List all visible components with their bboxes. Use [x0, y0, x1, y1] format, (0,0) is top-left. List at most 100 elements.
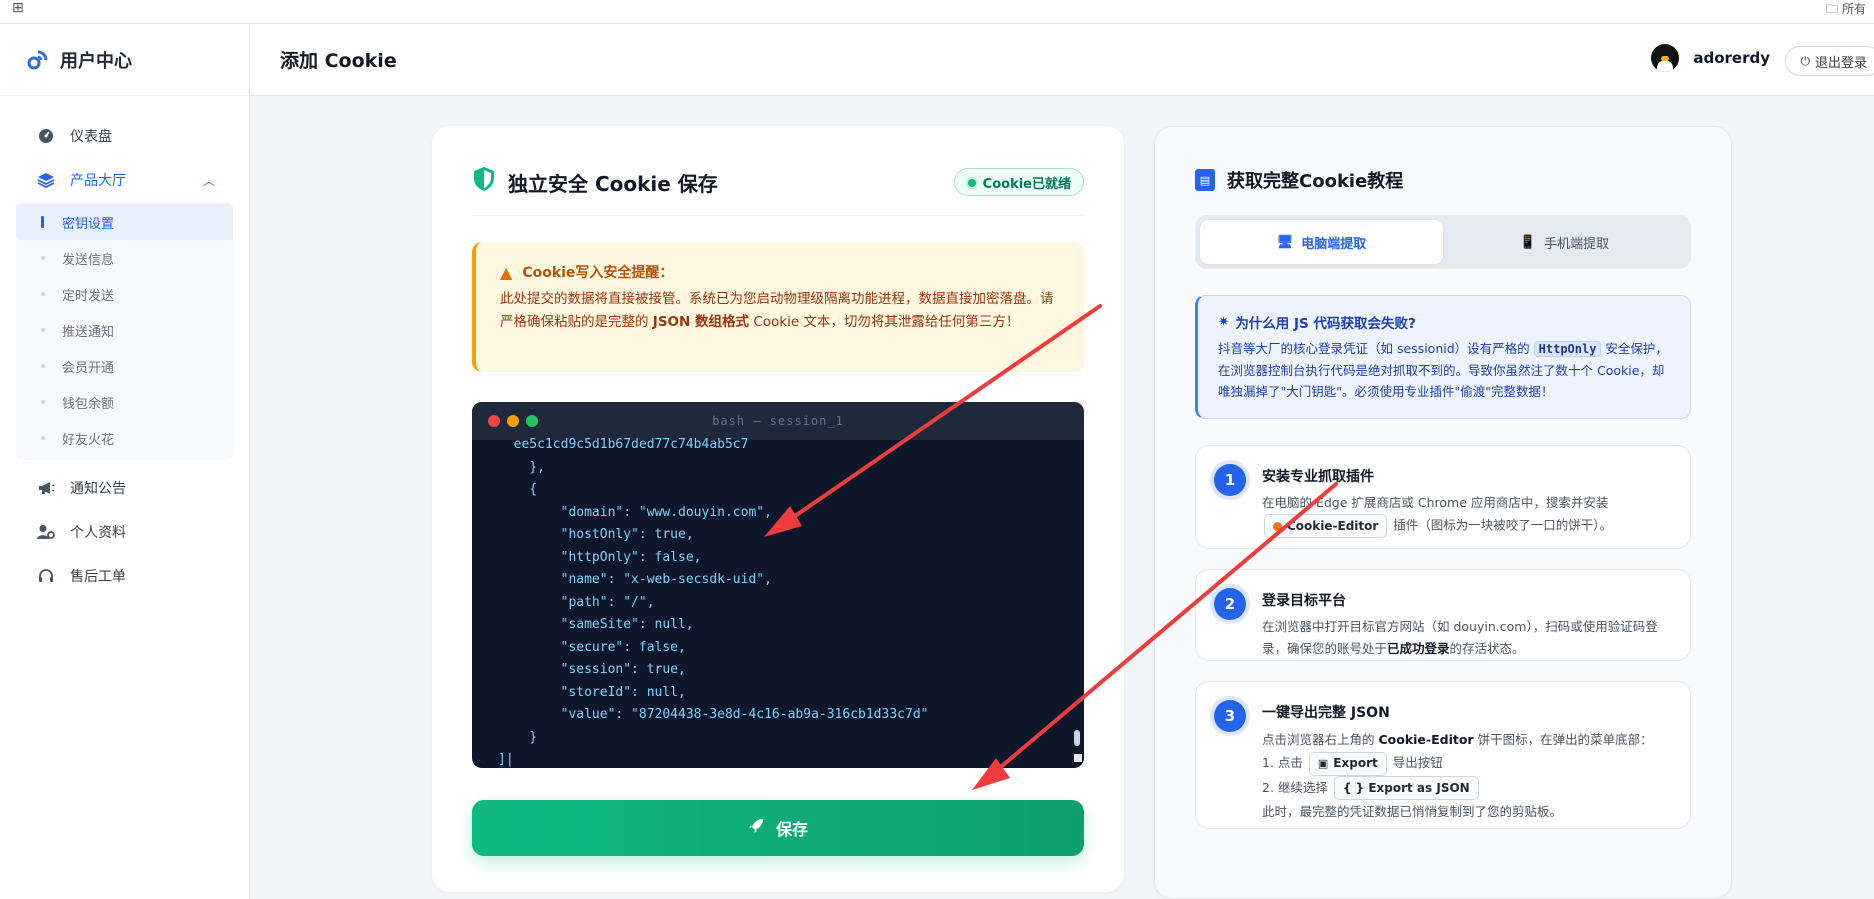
- sidebar-nav: 仪表盘 产品大厅 ︿ 密钥设置 发送信息 定时发送 推送通知 会员开通 钱包余额…: [0, 96, 249, 598]
- monitor-icon: 🖥: [1276, 234, 1294, 250]
- sidebar-item-dashboard[interactable]: 仪表盘: [0, 114, 249, 158]
- sidebar-item-products[interactable]: 产品大厅 ︿: [0, 158, 249, 202]
- status-badge: Cookie已就绪: [953, 168, 1084, 196]
- save-button[interactable]: 保存: [472, 800, 1084, 856]
- export-json-chip: { } Export as JSON: [1333, 776, 1479, 800]
- sidebar-item-label: 通知公告: [70, 481, 126, 497]
- editor-scrollbar[interactable]: [1074, 442, 1082, 764]
- sidebar-subitem-wallet[interactable]: 钱包余额: [16, 384, 233, 420]
- headset-icon: [36, 566, 56, 586]
- user-cog-icon: [36, 522, 56, 542]
- chip-label: { } Export as JSON: [1342, 780, 1470, 795]
- step-title: 安装专业抓取插件: [1262, 469, 1374, 485]
- sidebar-subitem-push[interactable]: 推送通知: [16, 312, 233, 348]
- step-text-part: 1. 点击: [1262, 755, 1303, 770]
- brand-logo-icon: [26, 49, 48, 71]
- warning-text-bold: JSON 数组格式: [652, 314, 750, 330]
- step-text-part: 插件（图标为一块被咬了一口的饼干）。: [1389, 517, 1613, 533]
- tutorial-header: ▤ 获取完整Cookie教程: [1195, 167, 1403, 193]
- step-text-part: 在电脑的 Edge 扩展商店或 Chrome 应用商店中，搜索并安装: [1262, 495, 1609, 510]
- sidebar-subitem-friends[interactable]: 好友火花: [16, 420, 233, 456]
- step-number: 1: [1214, 464, 1246, 496]
- sidebar-item-label: 仪表盘: [70, 129, 112, 145]
- cookie-textarea[interactable]: ee5c1cd9c5d1b67ded77c74b4ab5c7 }, { "dom…: [472, 434, 1084, 768]
- book-icon: ▤: [1195, 169, 1215, 191]
- step-text-part: 导出按钮: [1392, 755, 1443, 770]
- user-menu[interactable]: adorerdy: [1651, 44, 1770, 72]
- apps-grid-icon[interactable]: ⊞: [12, 0, 24, 16]
- sidebar-item-support[interactable]: 售后工单: [0, 554, 249, 598]
- step-title: 一键导出完整 JSON: [1262, 705, 1390, 721]
- export-chip: ▣ Export: [1308, 751, 1387, 776]
- warning-text-part: Cookie 文本，切勿将其泄露给任何第三方！: [749, 314, 1020, 330]
- step-number: 2: [1214, 588, 1246, 620]
- sidebar: 用户中心 仪表盘 产品大厅 ︿ 密钥设置 发送信息 定时发送 推送通知 会员开通…: [0, 24, 250, 899]
- step-text-part: 2. 继续选择: [1262, 779, 1328, 795]
- info-text-part: 抖音等大厂的核心登录凭证（如 sessionid）设有严格的: [1218, 341, 1534, 356]
- step-text: 在浏览器中打开目标官方网站（如 douyin.com），扫码或使用验证码登录，确…: [1262, 616, 1674, 660]
- sidebar-subitem-label: 会员开通: [62, 360, 115, 376]
- sidebar-item-notices[interactable]: 通知公告: [0, 466, 249, 510]
- sidebar-subitem-keys[interactable]: 密钥设置: [16, 204, 233, 240]
- step-1: 1 安装专业抓取插件 在电脑的 Edge 扩展商店或 Chrome 应用商店中，…: [1195, 445, 1691, 549]
- sidebar-subnav: 密钥设置 发送信息 定时发送 推送通知 会员开通 钱包余额 好友火花: [16, 202, 233, 460]
- page-title: 添加 Cookie: [280, 50, 397, 72]
- sidebar-subitem-label: 定时发送: [62, 288, 115, 304]
- warning-title-text: Cookie写入安全提醒：: [522, 265, 674, 281]
- step-title: 登录目标平台: [1262, 593, 1346, 609]
- sidebar-subitem-label: 钱包余额: [62, 396, 115, 412]
- warning-text: 此处提交的数据将直接被接管。系统已为您启动物理级隔离功能进程，数据直接加密落盘。…: [500, 288, 1060, 334]
- info-text: 抖音等大厂的核心登录凭证（如 sessionid）设有严格的 HttpOnly …: [1218, 338, 1672, 402]
- sidebar-subitem-schedule[interactable]: 定时发送: [16, 276, 233, 312]
- card-header: 独立安全 Cookie 保存 Cookie已就绪: [472, 166, 1084, 216]
- cookie-save-card: 独立安全 Cookie 保存 Cookie已就绪 ▲ Cookie写入安全提醒：…: [432, 126, 1124, 892]
- logout-button[interactable]: ⏻ 退出登录: [1785, 46, 1874, 76]
- avatar[interactable]: [1651, 44, 1680, 72]
- sidebar-item-label: 售后工单: [70, 569, 126, 585]
- step-text-part: 点击浏览器右上角的: [1262, 732, 1379, 747]
- httponly-code: HttpOnly: [1533, 341, 1602, 357]
- step-text-part: 的存活状态。: [1449, 641, 1525, 656]
- step-3: 3 一键导出完整 JSON 点击浏览器右上角的 Cookie-Editor 饼干…: [1195, 681, 1691, 829]
- sidebar-subitem-membership[interactable]: 会员开通: [16, 348, 233, 384]
- js-failure-info: ✷ 为什么用 JS 代码获取会失败? 抖音等大厂的核心登录凭证（如 sessio…: [1195, 295, 1691, 419]
- cookie-json-editor[interactable]: bash — session_1 ee5c1cd9c5d1b67ded77c74…: [472, 402, 1084, 768]
- sidebar-subitem-send[interactable]: 发送信息: [16, 240, 233, 276]
- chip-label: Export: [1333, 756, 1378, 770]
- bookmarks-folder[interactable]: 🗀 所有: [1826, 0, 1866, 21]
- chip-label: Cookie-Editor: [1287, 519, 1379, 533]
- save-label: 保存: [775, 820, 808, 839]
- brand[interactable]: 用户中心: [0, 24, 249, 96]
- chevron-up-icon[interactable]: ︿: [203, 172, 215, 189]
- sidebar-subitem-label: 推送通知: [62, 324, 115, 340]
- sidebar-subitem-label: 好友火花: [62, 432, 115, 448]
- megaphone-icon: [36, 478, 56, 498]
- info-title: ✷ 为什么用 JS 代码获取会失败?: [1218, 312, 1672, 332]
- tab-label: 手机端提取: [1544, 236, 1610, 252]
- rocket-icon: [748, 818, 764, 838]
- tutorial-title: 获取完整Cookie教程: [1227, 171, 1404, 192]
- tab-desktop[interactable]: 🖥 电脑端提取: [1200, 220, 1443, 264]
- tab-label: 电脑端提取: [1301, 236, 1367, 252]
- tutorial-tabs: 🖥 电脑端提取 📱 手机端提取: [1195, 215, 1691, 269]
- sidebar-item-profile[interactable]: 个人资料: [0, 510, 249, 554]
- logout-label: 退出登录: [1814, 55, 1867, 71]
- sidebar-subitem-label: 密钥设置: [62, 216, 115, 232]
- shield-icon: [474, 167, 494, 191]
- step-text-part: 饼干图标，在弹出的菜单底部：: [1473, 732, 1653, 747]
- step-text-bold: Cookie-Editor: [1378, 732, 1474, 747]
- security-warning: ▲ Cookie写入安全提醒： 此处提交的数据将直接被接管。系统已为您启动物理级…: [472, 242, 1084, 372]
- cookie-icon: [1273, 521, 1282, 531]
- step-text: 点击浏览器右上角的 Cookie-Editor 饼干图标，在弹出的菜单底部： 1…: [1262, 728, 1674, 823]
- step-number: 3: [1214, 700, 1246, 732]
- browser-toolbar: ⊞ 🗀 所有: [0, 0, 1874, 24]
- card-title: 独立安全 Cookie 保存: [508, 172, 718, 196]
- cookie-editor-chip: Cookie-Editor: [1264, 514, 1388, 538]
- file-export-icon: ▣: [1317, 757, 1329, 770]
- tab-mobile[interactable]: 📱 手机端提取: [1443, 220, 1686, 264]
- sidebar-item-label: 产品大厅: [70, 173, 126, 189]
- brand-name: 用户中心: [60, 50, 132, 72]
- dashboard-icon: [36, 126, 56, 146]
- sidebar-subitem-label: 发送信息: [62, 252, 115, 268]
- warning-title: ▲ Cookie写入安全提醒：: [500, 262, 1060, 282]
